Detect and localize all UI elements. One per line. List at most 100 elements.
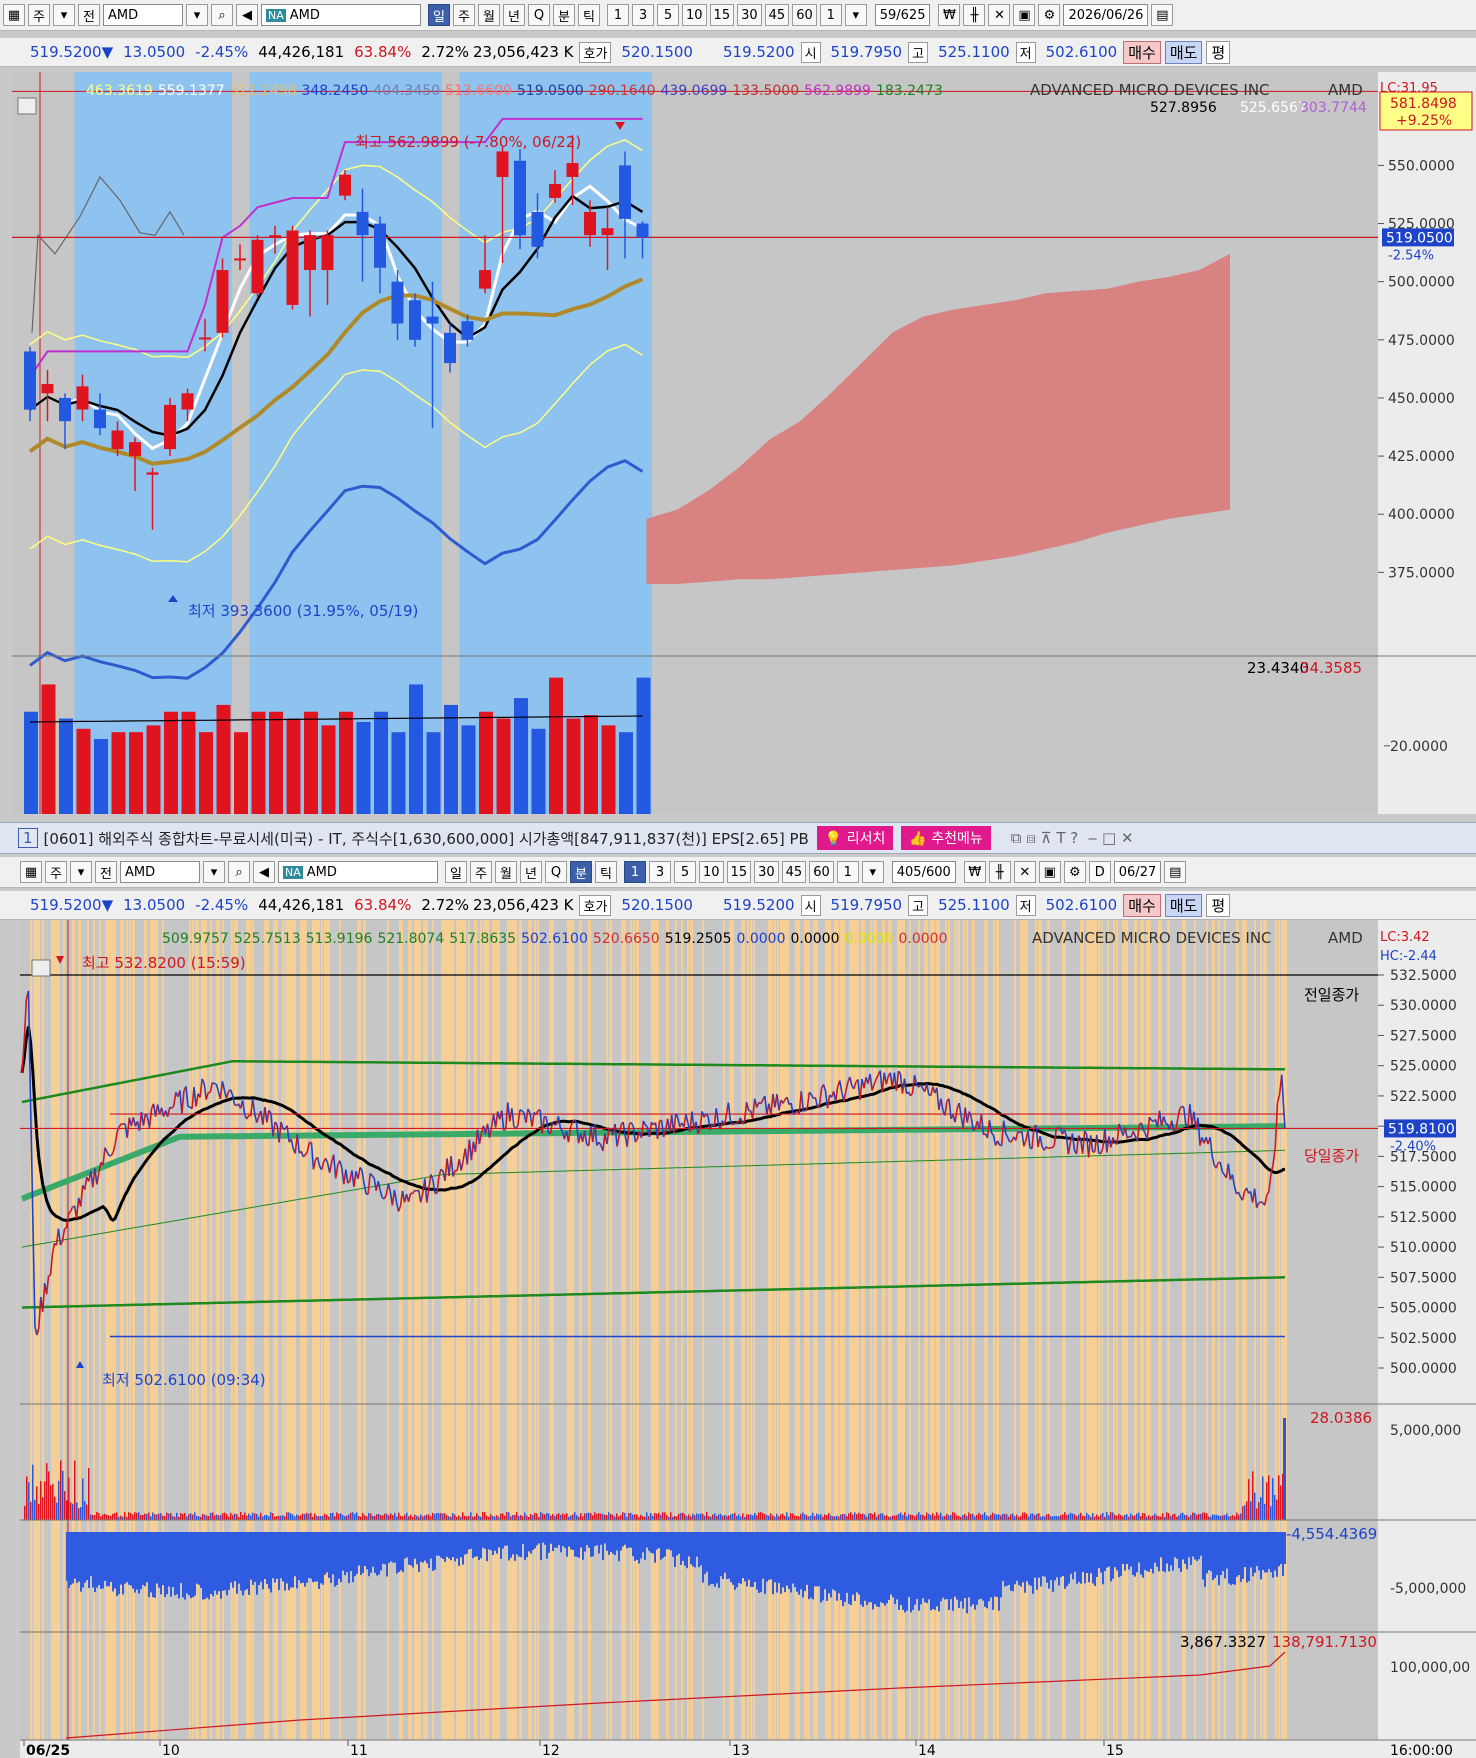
flow-bar <box>340 1532 342 1583</box>
count-value[interactable]: 1 <box>836 861 859 883</box>
draw-icon[interactable]: ✕ <box>1013 861 1036 883</box>
grid-toggle-icon[interactable] <box>17 97 37 115</box>
draw-icon[interactable]: ✕ <box>988 4 1011 26</box>
flat-button[interactable]: 평 <box>1206 40 1231 64</box>
chevron-down-icon[interactable]: ▾ <box>844 4 867 26</box>
window-controls[interactable]: ⧉ ⧈ ⊼ T ? ‒ □ ✕ <box>1011 829 1134 847</box>
minute-tab-10[interactable]: 10 <box>682 4 707 26</box>
minute-tab-45[interactable]: 45 <box>781 861 807 883</box>
period-button[interactable]: 주 <box>45 861 67 883</box>
minute-tab-60[interactable]: 60 <box>809 861 834 883</box>
bars-counter[interactable]: 405/600 <box>891 861 956 883</box>
volume-bar <box>298 1515 300 1520</box>
save-icon[interactable]: ▣ <box>1038 861 1061 883</box>
minute-tab-45[interactable]: 45 <box>764 4 790 26</box>
interval-tab-틱[interactable]: 틱 <box>595 861 617 883</box>
buy-button[interactable]: 매수 <box>1123 893 1161 917</box>
interval-tab-일[interactable]: 일 <box>428 4 450 26</box>
dropdown-icon[interactable]: ▾ <box>70 861 92 883</box>
minute-tab-15[interactable]: 15 <box>709 4 735 26</box>
interval-tab-년[interactable]: 년 <box>520 861 542 883</box>
volume-bar <box>284 1516 286 1520</box>
minute-tab-5[interactable]: 5 <box>674 861 696 883</box>
candle-icon[interactable]: ╫ <box>963 4 986 26</box>
interval-tab-Q[interactable]: Q <box>528 4 550 26</box>
interval-tab-월[interactable]: 월 <box>495 861 517 883</box>
count-value[interactable]: 1 <box>819 4 842 26</box>
interval-tab-년[interactable]: 년 <box>503 4 525 26</box>
volume-bar <box>1004 1513 1006 1520</box>
research-button[interactable]: 💡 리서치 <box>816 826 894 850</box>
bars-counter[interactable]: 59/625 <box>874 4 931 26</box>
sell-button[interactable]: 매도 <box>1164 893 1203 917</box>
save-icon[interactable]: ▣ <box>1013 4 1036 26</box>
interval-tab-월[interactable]: 월 <box>478 4 500 26</box>
buy-button[interactable]: 매수 <box>1123 40 1161 64</box>
layout-icon[interactable]: ▦ <box>20 861 42 883</box>
legend-value: 0.0000 <box>899 931 948 947</box>
minute-tab-1[interactable]: 1 <box>607 4 629 26</box>
search-icon[interactable]: ⌕ <box>211 4 233 26</box>
date-field[interactable]: 06/27 <box>1113 861 1162 883</box>
minute-tab-60[interactable]: 60 <box>792 4 817 26</box>
gear-icon[interactable]: ⚙ <box>1038 4 1061 26</box>
interval-tab-주[interactable]: 주 <box>470 861 492 883</box>
interval-tab-분[interactable]: 분 <box>553 4 575 26</box>
minute-tab-10[interactable]: 10 <box>699 861 724 883</box>
minute-tab-3[interactable]: 3 <box>649 861 671 883</box>
layout-icon[interactable]: ▦ <box>3 4 25 26</box>
minute-tab-30[interactable]: 30 <box>754 861 779 883</box>
chevron-down-icon[interactable]: ▾ <box>186 4 208 26</box>
volume-bar <box>784 1516 786 1520</box>
speaker-icon[interactable]: ◀ <box>236 4 258 26</box>
prev-button[interactable]: 전 <box>95 861 117 883</box>
won-icon[interactable]: ₩ <box>963 861 986 883</box>
volume-bar <box>220 1515 222 1520</box>
period-button[interactable]: 주 <box>28 4 50 26</box>
speaker-icon[interactable]: ◀ <box>253 861 275 883</box>
volume-bar <box>646 1512 648 1520</box>
flow-bar <box>764 1532 766 1594</box>
interval-tab-Q[interactable]: Q <box>545 861 567 883</box>
interval-tab-틱[interactable]: 틱 <box>578 4 600 26</box>
d-checkbox[interactable]: D <box>1088 861 1111 883</box>
minute-tab-15[interactable]: 15 <box>726 861 752 883</box>
minute-tab-5[interactable]: 5 <box>657 4 679 26</box>
calendar-icon[interactable]: ▤ <box>1164 861 1187 883</box>
candle-body <box>181 393 194 410</box>
chevron-down-icon[interactable]: ▾ <box>203 861 225 883</box>
prev-button[interactable]: 전 <box>78 4 100 26</box>
volume-bar <box>642 1516 644 1520</box>
recommend-button[interactable]: 👍 추천메뉴 <box>901 826 991 850</box>
volume-bar <box>1170 1516 1172 1520</box>
symbol-input[interactable]: AMD <box>103 4 183 26</box>
interval-tab-일[interactable]: 일 <box>445 861 467 883</box>
symbol-name-field[interactable]: NA AMD <box>278 861 438 883</box>
won-icon[interactable]: ₩ <box>938 4 961 26</box>
interval-tab-주[interactable]: 주 <box>453 4 475 26</box>
flat-button[interactable]: 평 <box>1206 893 1231 917</box>
gear-icon[interactable]: ⚙ <box>1063 861 1086 883</box>
minute-tab-3[interactable]: 3 <box>632 4 654 26</box>
flow-bar <box>280 1532 282 1579</box>
volume-bar <box>296 1514 298 1520</box>
dropdown-icon[interactable]: ▾ <box>53 4 75 26</box>
sell-button[interactable]: 매도 <box>1164 40 1203 64</box>
interval-tab-분[interactable]: 분 <box>570 861 592 883</box>
y-tick-label: 400.0000 <box>1388 507 1455 523</box>
search-icon[interactable]: ⌕ <box>228 861 250 883</box>
candle-icon[interactable]: ╫ <box>988 861 1011 883</box>
flow-bar <box>858 1532 860 1595</box>
y-tick-label: 475.0000 <box>1388 333 1455 349</box>
volume-bar <box>882 1513 884 1520</box>
minute-tab-1[interactable]: 1 <box>624 861 646 883</box>
calendar-icon[interactable]: ▤ <box>1151 4 1174 26</box>
minute-tab-30[interactable]: 30 <box>737 4 762 26</box>
symbol-input[interactable]: AMD <box>120 861 200 883</box>
volume-bar <box>222 1513 224 1520</box>
symbol-name-field[interactable]: NA AMD <box>261 4 421 26</box>
volume-bar <box>1264 1503 1266 1520</box>
grid-toggle-icon[interactable] <box>31 959 51 977</box>
date-field[interactable]: 2026/06/26 <box>1063 4 1149 26</box>
chevron-down-icon[interactable]: ▾ <box>861 861 884 883</box>
